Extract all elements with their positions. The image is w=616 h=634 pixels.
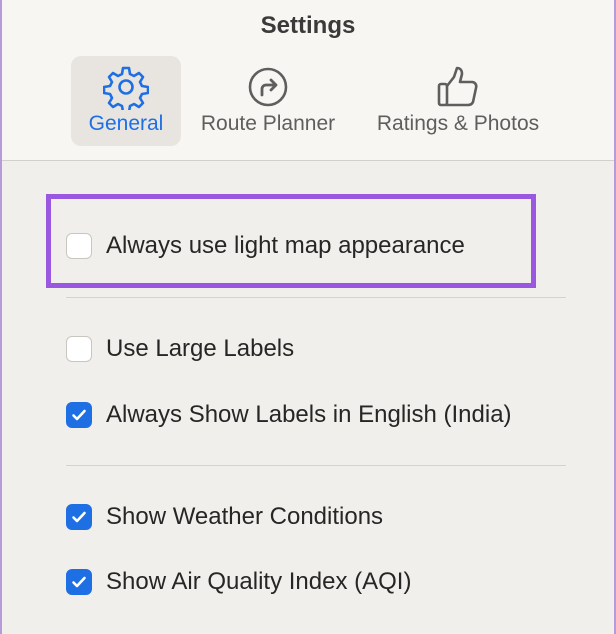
tab-general[interactable]: General [71,56,181,146]
tab-general-label: General [88,112,164,135]
option-large-labels[interactable]: Use Large Labels [66,332,294,366]
large-labels-label: Use Large Labels [106,335,295,362]
checkmark-icon [72,511,86,523]
tab-route-planner[interactable]: Route Planner [191,56,345,146]
divider [66,297,566,298]
route-arrow-icon [248,67,288,107]
checkmark-icon [72,576,86,588]
light-map-checkbox[interactable] [66,233,92,259]
large-labels-checkbox[interactable] [66,336,92,362]
gear-icon [103,66,149,110]
option-labels-english[interactable]: Always Show Labels in English (India) [66,398,512,432]
labels-english-label: Always Show Labels in English (India) [106,401,512,428]
tab-route-planner-label: Route Planner [200,112,336,135]
checkmark-icon [72,409,86,421]
weather-checkbox[interactable] [66,504,92,530]
window-title: Settings [260,12,356,39]
aqi-label: Show Air Quality Index (AQI) [106,568,412,595]
divider [66,465,566,466]
weather-label: Show Weather Conditions [106,503,384,530]
aqi-checkbox[interactable] [66,569,92,595]
tab-ratings-photos-label: Ratings & Photos [376,112,540,135]
labels-english-checkbox[interactable] [66,402,92,428]
light-map-label: Always use light map appearance [106,232,465,259]
option-light-map[interactable]: Always use light map appearance [66,229,465,263]
option-weather[interactable]: Show Weather Conditions [66,500,383,534]
tab-ratings-photos[interactable]: Ratings & Photos [362,56,554,146]
option-aqi[interactable]: Show Air Quality Index (AQI) [66,565,411,599]
settings-toolbar: Settings General Route Planner Ratings &… [2,0,614,161]
thumbs-up-icon [437,66,478,107]
settings-window: Settings General Route Planner Ratings &… [0,0,616,634]
